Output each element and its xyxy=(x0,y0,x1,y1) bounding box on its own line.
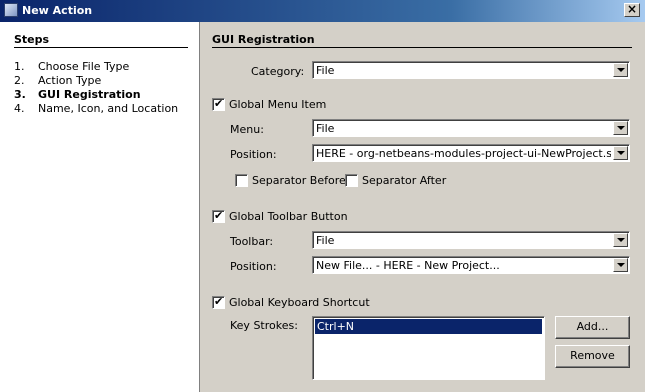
category-label: Category: xyxy=(251,65,305,78)
toolbar-position-combo[interactable]: New File... - HERE - New Project... xyxy=(312,256,630,274)
menu-value: File xyxy=(316,122,335,135)
toolbar-value: File xyxy=(316,234,335,247)
close-button[interactable]: × xyxy=(624,3,640,17)
category-combo[interactable]: File xyxy=(312,61,630,79)
list-item[interactable]: Ctrl+N xyxy=(315,319,542,334)
step-label: Action Type xyxy=(38,74,102,87)
global-toolbar-checkbox[interactable] xyxy=(212,209,225,223)
chevron-down-icon[interactable] xyxy=(613,233,628,247)
menu-combo[interactable]: File xyxy=(312,119,630,137)
step-label: GUI Registration xyxy=(38,88,141,101)
step-item-current: 3. GUI Registration xyxy=(14,88,141,101)
toolbar-position-value: New File... - HERE - New Project... xyxy=(316,259,500,272)
global-menu-label: Global Menu Item xyxy=(229,98,327,111)
menu-position-label: Position: xyxy=(230,148,277,161)
key-strokes-label: Key Strokes: xyxy=(230,319,298,332)
menu-position-combo[interactable]: HERE - org-netbeans-modules-project-ui-N… xyxy=(312,144,630,162)
global-keyboard-checkbox[interactable] xyxy=(212,295,225,309)
main-panel: GUI Registration Category: File Global M… xyxy=(199,22,645,392)
title-bar: New Action × xyxy=(0,0,645,22)
separator-after-checkbox[interactable] xyxy=(345,174,358,187)
step-item: 1. Choose File Type xyxy=(14,60,129,73)
toolbar-label: Toolbar: xyxy=(230,235,274,248)
separator-before-label: Separator Before xyxy=(252,174,346,187)
step-number: 2. xyxy=(14,74,25,87)
global-keyboard-label: Global Keyboard Shortcut xyxy=(229,296,370,309)
toolbar-position-label: Position: xyxy=(230,260,277,273)
category-value: File xyxy=(316,64,335,77)
app-icon xyxy=(4,3,18,17)
menu-position-value: HERE - org-netbeans-modules-project-ui-N… xyxy=(316,147,611,160)
step-item: 4. Name, Icon, and Location xyxy=(14,102,178,115)
toolbar-combo[interactable]: File xyxy=(312,231,630,249)
global-toolbar-label: Global Toolbar Button xyxy=(229,210,348,223)
step-label: Choose File Type xyxy=(38,60,130,73)
separator-before-checkbox[interactable] xyxy=(235,174,248,187)
steps-panel: Steps 1. Choose File Type 2. Action Type 3… xyxy=(0,22,199,392)
window-title: New Action xyxy=(22,4,93,17)
section-title: GUI Registration xyxy=(212,33,315,46)
chevron-down-icon[interactable] xyxy=(613,258,628,272)
global-menu-checkbox[interactable] xyxy=(212,97,225,111)
step-number: 4. xyxy=(14,102,25,115)
divider xyxy=(212,47,632,48)
chevron-down-icon[interactable] xyxy=(613,121,628,135)
steps-title: Steps xyxy=(14,33,50,46)
chevron-down-icon[interactable] xyxy=(613,146,628,160)
remove-button[interactable]: Remove xyxy=(555,345,630,368)
step-label: Name, Icon, and Location xyxy=(38,102,179,115)
menu-label: Menu: xyxy=(230,123,264,136)
divider xyxy=(14,47,188,48)
add-button[interactable]: Add... xyxy=(555,316,630,339)
chevron-down-icon[interactable] xyxy=(613,63,628,77)
separator-after-label: Separator After xyxy=(362,174,447,187)
step-number: 3. xyxy=(14,88,26,101)
key-strokes-list[interactable]: Ctrl+N xyxy=(312,316,545,380)
step-number: 1. xyxy=(14,60,25,73)
step-item: 2. Action Type xyxy=(14,74,101,87)
